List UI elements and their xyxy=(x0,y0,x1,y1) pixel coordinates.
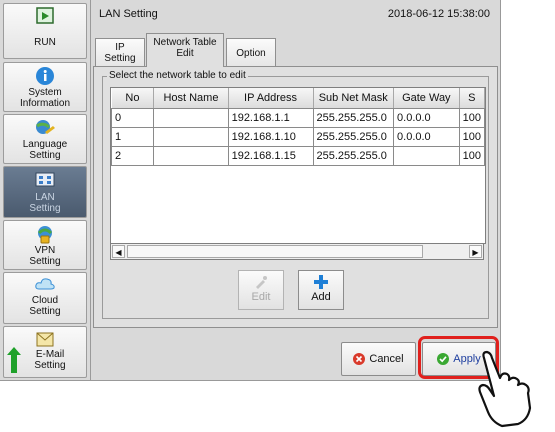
table-row[interactable]: 0 192.168.1.1 255.255.255.0 0.0.0.0 100 xyxy=(111,108,485,128)
mail-icon xyxy=(36,332,54,347)
sidebar-item-language-setting[interactable]: Language Setting xyxy=(3,114,87,164)
sidebar-item-label: Information xyxy=(19,98,71,109)
cell-s: 100 xyxy=(458,108,485,128)
cancel-button-label: Cancel xyxy=(369,353,404,365)
horizontal-scrollbar[interactable]: ◀ ▶ xyxy=(110,243,484,260)
column-header-subnet-mask[interactable]: Sub Net Mask xyxy=(313,88,395,109)
cell-host-name xyxy=(153,127,229,147)
cell-s: 100 xyxy=(458,127,485,147)
cell-no: 2 xyxy=(111,146,155,166)
sidebar-item-label: Setting xyxy=(29,256,61,267)
column-header-gateway[interactable]: Gate Way xyxy=(393,88,460,109)
sidebar-item-email-setting[interactable]: E-Mail Setting xyxy=(3,326,87,378)
datetime-display: 2018-06-12 15:38:00 xyxy=(387,8,490,20)
cell-subnet-mask: 255.255.255.0 xyxy=(312,108,395,128)
scrollbar-thumb[interactable] xyxy=(127,245,423,258)
tab-network-table-edit[interactable]: Network Table Edit xyxy=(146,33,224,67)
table-header-row: No Host Name IP Address Sub Net Mask Gat… xyxy=(111,88,485,109)
language-icon xyxy=(36,120,55,134)
sidebar-item-label: Setting xyxy=(29,203,61,214)
cell-gateway: 0.0.0.0 xyxy=(393,127,460,147)
info-icon xyxy=(36,67,54,85)
cloud-icon xyxy=(35,278,55,290)
cell-subnet-mask: 255.255.255.0 xyxy=(312,127,395,147)
column-header-s[interactable]: S xyxy=(459,88,485,109)
sidebar-item-vpn-setting[interactable]: VPN Setting xyxy=(3,220,87,270)
table-row[interactable]: 1 192.168.1.10 255.255.255.0 0.0.0.0 100 xyxy=(111,127,485,147)
tab-label: Option xyxy=(236,48,266,59)
cell-gateway xyxy=(393,146,460,166)
cell-host-name xyxy=(153,146,229,166)
sidebar-item-label: System xyxy=(28,87,62,98)
header-bar: LAN Setting 2018-06-12 15:38:00 xyxy=(91,0,500,28)
sidebar-item-label: Cloud xyxy=(31,295,59,306)
run-icon xyxy=(36,7,54,24)
tab-label: Setting xyxy=(104,53,136,64)
table-row[interactable]: 2 192.168.1.15 255.255.255.0 100 xyxy=(111,146,485,166)
network-table[interactable]: No Host Name IP Address Sub Net Mask Gat… xyxy=(110,87,486,244)
cell-subnet-mask: 255.255.255.0 xyxy=(312,146,395,166)
edit-button-label: Edit xyxy=(251,291,271,303)
scroll-left-icon[interactable]: ◀ xyxy=(112,245,125,258)
add-button[interactable]: Add xyxy=(298,270,344,310)
sidebar-item-label: RUN xyxy=(34,37,56,48)
cell-ip-address: 192.168.1.10 xyxy=(227,127,314,147)
cancel-icon xyxy=(353,353,366,365)
add-button-label: Add xyxy=(311,291,331,303)
column-header-ip-address[interactable]: IP Address xyxy=(228,88,314,109)
cell-ip-address: 192.168.1.15 xyxy=(227,146,314,166)
plus-icon xyxy=(314,275,328,289)
sidebar-item-label: Setting xyxy=(29,150,61,161)
tab-label: Edit xyxy=(176,48,194,59)
sidebar-item-label: Language xyxy=(22,139,68,150)
cell-s: 100 xyxy=(458,146,485,166)
sidebar-item-label: VPN xyxy=(34,245,56,256)
tab-ip-setting[interactable]: IP Setting xyxy=(95,38,145,66)
network-table-group: Select the network table to edit No Host… xyxy=(102,70,489,319)
cell-ip-address: 192.168.1.1 xyxy=(227,108,314,128)
vpn-icon xyxy=(37,226,53,244)
tab-option[interactable]: Option xyxy=(226,38,276,66)
cell-gateway: 0.0.0.0 xyxy=(393,108,460,128)
cell-host-name xyxy=(153,108,229,128)
cancel-button[interactable]: Cancel xyxy=(341,342,416,376)
sidebar-item-label: LAN xyxy=(35,192,55,203)
sidebar-item-label: Setting xyxy=(29,306,61,317)
scroll-right-icon[interactable]: ▶ xyxy=(469,245,482,258)
upload-arrow-icon xyxy=(7,347,21,373)
sidebar-item-lan-setting[interactable]: LAN Setting xyxy=(3,166,87,218)
edit-icon xyxy=(256,276,267,289)
column-header-host-name[interactable]: Host Name xyxy=(153,88,229,109)
tab-label: IP xyxy=(115,42,125,53)
cell-no: 0 xyxy=(111,108,155,128)
sidebar-item-run[interactable]: RUN xyxy=(3,3,87,59)
sidebar-item-system-information[interactable]: System Information xyxy=(3,62,87,112)
column-header-no[interactable]: No xyxy=(111,88,155,109)
pointing-hand-icon xyxy=(478,350,532,428)
sidebar: RUN System Information Language Setting … xyxy=(0,0,91,380)
page-title: LAN Setting xyxy=(99,8,158,20)
edit-button[interactable]: Edit xyxy=(238,270,284,310)
lan-icon xyxy=(35,172,55,187)
group-legend: Select the network table to edit xyxy=(107,70,248,81)
tab-panel: Select the network table to edit No Host… xyxy=(93,66,498,328)
sidebar-item-cloud-setting[interactable]: Cloud Setting xyxy=(3,272,87,324)
cell-no: 1 xyxy=(111,127,155,147)
tab-label: Network Table xyxy=(153,37,217,48)
